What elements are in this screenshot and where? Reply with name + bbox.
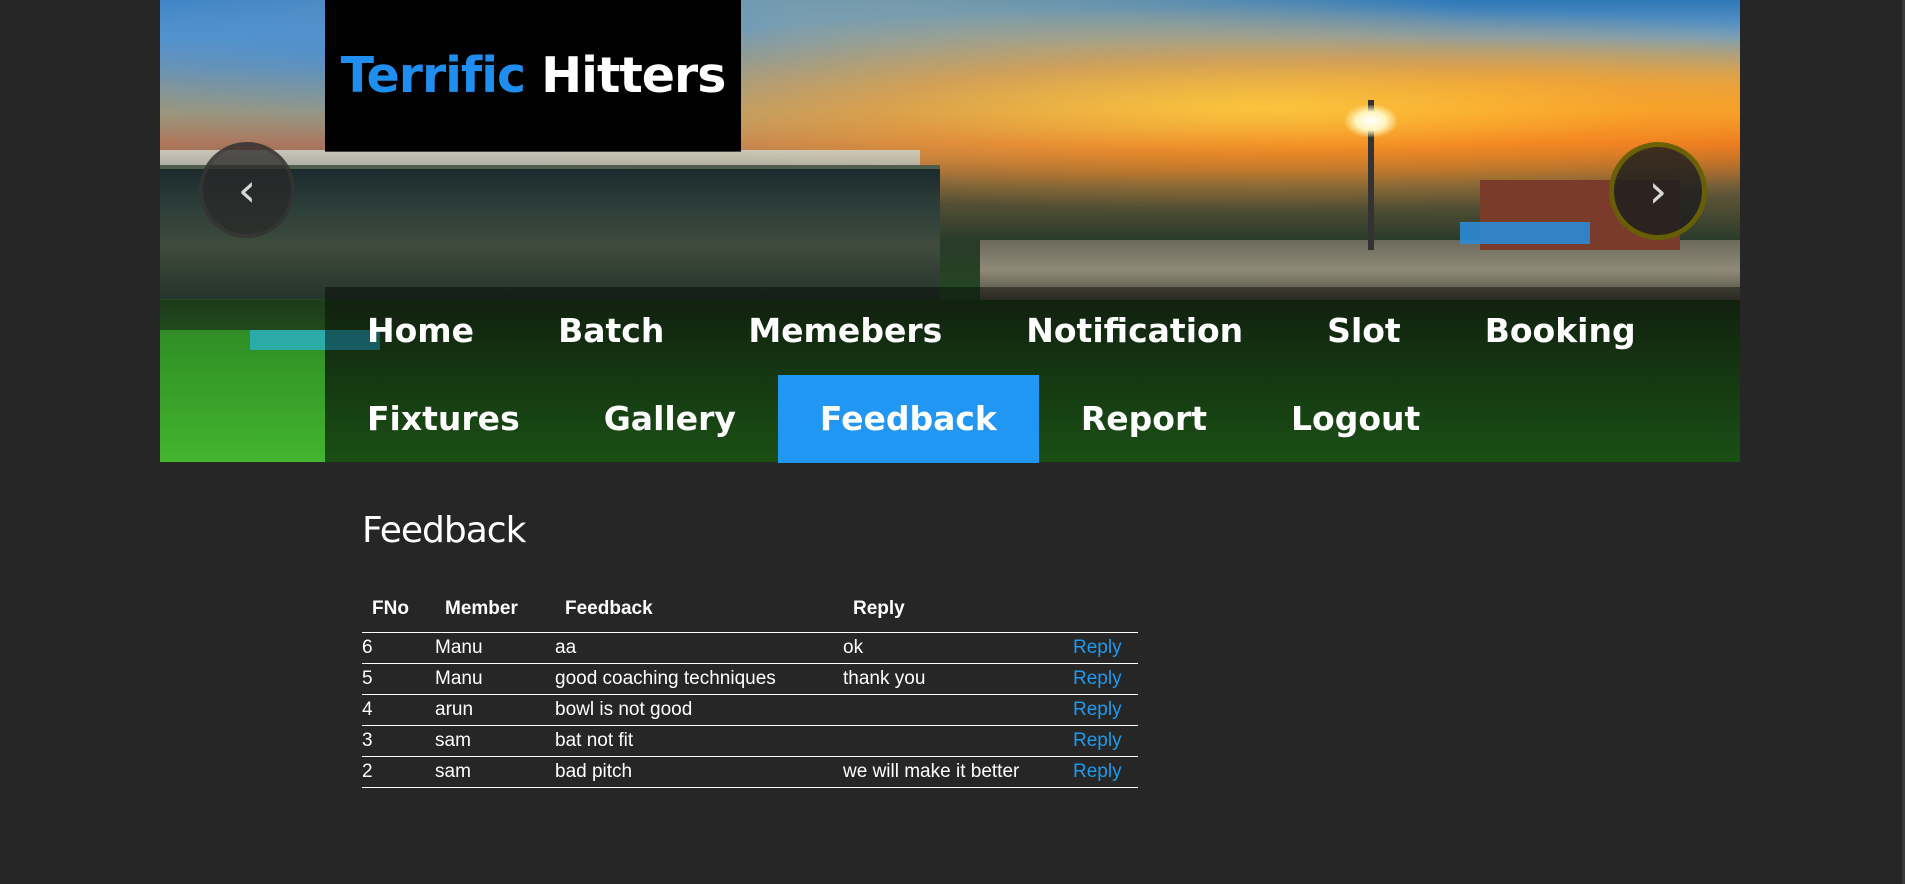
nav-item-fixtures[interactable]: Fixtures [325, 375, 562, 463]
stadium-screen [1460, 222, 1590, 244]
cell-feedback: bad pitch [555, 756, 843, 788]
cell-action: Reply [1073, 663, 1138, 695]
cell-fno: 4 [362, 694, 435, 726]
nav-item-notification[interactable]: Notification [984, 287, 1285, 375]
column-header-feedback: Feedback [555, 586, 843, 633]
cell-fno: 5 [362, 663, 435, 695]
nav-item-home[interactable]: Home [325, 287, 516, 375]
reply-link[interactable]: Reply [1073, 730, 1122, 751]
nav-item-report[interactable]: Report [1039, 375, 1249, 463]
table-row: 5 Manu good coaching techniques thank yo… [362, 663, 1138, 695]
cell-action: Reply [1073, 725, 1138, 757]
cell-member: sam [435, 756, 555, 788]
column-header-fno: FNo [362, 586, 435, 633]
main-nav: Home Batch Memebers Notification Slot Bo… [325, 287, 1740, 463]
nav-item-batch[interactable]: Batch [516, 287, 706, 375]
floodlight [1345, 105, 1397, 137]
logo-word-hitters: Hitters [541, 47, 726, 104]
main-content: Feedback [362, 510, 526, 551]
cell-feedback: bat not fit [555, 725, 843, 757]
reply-link[interactable]: Reply [1073, 668, 1122, 689]
column-header-action [1073, 586, 1138, 633]
cell-member: sam [435, 725, 555, 757]
logo-word-terrific: Terrific [340, 47, 526, 104]
table-row: 2 sam bad pitch we will make it better R… [362, 756, 1138, 788]
nav-item-gallery[interactable]: Gallery [562, 375, 778, 463]
column-header-member: Member [435, 586, 555, 633]
table-row: 6 Manu aa ok Reply [362, 632, 1138, 664]
cell-action: Reply [1073, 694, 1138, 726]
cell-member: Manu [435, 632, 555, 664]
slider-prev-button[interactable]: ‹ [199, 142, 295, 238]
cell-fno: 2 [362, 756, 435, 788]
cell-reply [843, 725, 1073, 757]
nav-row-1: Home Batch Memebers Notification Slot Bo… [325, 287, 1678, 375]
chevron-right-icon: › [1648, 164, 1668, 218]
nav-item-logout[interactable]: Logout [1249, 375, 1462, 463]
nav-item-slot[interactable]: Slot [1285, 287, 1443, 375]
cell-fno: 6 [362, 632, 435, 664]
reply-link[interactable]: Reply [1073, 761, 1122, 782]
chevron-left-icon: ‹ [237, 163, 257, 217]
slider-next-button[interactable]: › [1609, 142, 1707, 240]
nav-row-2: Fixtures Gallery Feedback Report Logout [325, 375, 1462, 463]
column-header-reply: Reply [843, 586, 1073, 633]
nav-item-members[interactable]: Memebers [706, 287, 984, 375]
cell-action: Reply [1073, 632, 1138, 664]
table-header-row: FNo Member Feedback Reply [362, 586, 1138, 633]
cell-reply: we will make it better [843, 756, 1073, 788]
table-row: 3 sam bat not fit Reply [362, 725, 1138, 757]
cell-feedback: bowl is not good [555, 694, 843, 726]
site-logo[interactable]: Terrific Hitters [325, 0, 741, 152]
logo-text: Terrific Hitters [340, 47, 727, 104]
cell-feedback: good coaching techniques [555, 663, 843, 695]
table-row: 4 arun bowl is not good Reply [362, 694, 1138, 726]
cell-fno: 3 [362, 725, 435, 757]
cell-feedback: aa [555, 632, 843, 664]
feedback-table: FNo Member Feedback Reply 6 Manu aa ok R… [362, 586, 1138, 788]
reply-link[interactable]: Reply [1073, 637, 1122, 658]
cell-reply: thank you [843, 663, 1073, 695]
cell-action: Reply [1073, 756, 1138, 788]
cell-reply: ok [843, 632, 1073, 664]
nav-item-booking[interactable]: Booking [1443, 287, 1678, 375]
cell-member: Manu [435, 663, 555, 695]
cell-member: arun [435, 694, 555, 726]
cell-reply [843, 694, 1073, 726]
page-title: Feedback [362, 510, 526, 551]
nav-item-feedback[interactable]: Feedback [777, 375, 1039, 463]
reply-link[interactable]: Reply [1073, 699, 1122, 720]
